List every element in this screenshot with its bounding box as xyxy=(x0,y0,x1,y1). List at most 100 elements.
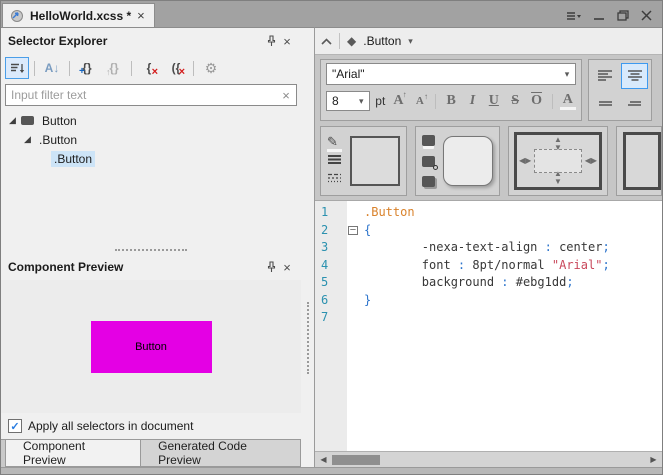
overline-button[interactable]: O xyxy=(528,93,544,109)
clear-filter-icon[interactable]: × xyxy=(276,88,296,103)
valign-top-button[interactable] xyxy=(592,91,619,117)
pin-icon[interactable] xyxy=(263,259,279,275)
sort-alphabetical-button[interactable]: A↓ xyxy=(40,57,64,79)
margin-top-arrows[interactable]: ▲▼ xyxy=(554,136,562,152)
settings-gear-icon[interactable]: ⚙ xyxy=(199,57,223,79)
selector-diamond-icon: ◆ xyxy=(347,34,356,48)
window-menu-icon[interactable] xyxy=(566,11,582,21)
pin-icon[interactable] xyxy=(263,33,279,49)
code-folding-column: – xyxy=(347,201,362,451)
underline-button[interactable]: U xyxy=(486,93,502,109)
margin-editor[interactable]: ▲▼ ▲▼ ◀▶ ◀▶ xyxy=(514,132,602,190)
close-window-icon[interactable] xyxy=(641,10,652,21)
vertical-splitter[interactable] xyxy=(301,27,314,467)
code-line[interactable] xyxy=(364,309,662,327)
splitter-grip xyxy=(307,302,309,374)
add-selector-button[interactable]: {} + xyxy=(75,57,99,79)
valign-center-button[interactable] xyxy=(621,91,648,117)
code-line[interactable]: background : #ebg1dd; xyxy=(364,274,662,292)
tree-item-label: .Button xyxy=(51,151,95,167)
filter-input[interactable] xyxy=(6,88,276,102)
scroll-left-icon[interactable]: ◀ xyxy=(315,455,332,464)
horizontal-splitter[interactable] xyxy=(1,246,301,254)
close-panel-icon[interactable]: × xyxy=(279,259,295,275)
unit-label: pt xyxy=(375,94,385,108)
font-color-button[interactable]: A xyxy=(560,93,576,110)
selector-dropdown-icon[interactable]: ▾ xyxy=(408,36,413,47)
line-number: 6 xyxy=(321,292,347,310)
align-left-button[interactable] xyxy=(592,63,619,89)
selector-tree: ◢Button◢.Button.Button xyxy=(1,108,301,246)
left-dock: Selector Explorer × xyxy=(1,27,301,467)
ribbon-header: ◆ .Button ▾ xyxy=(315,28,662,55)
filter-box: × xyxy=(5,84,297,106)
code-line[interactable]: font : 8pt/normal "Arial"; xyxy=(364,257,662,275)
scroll-right-icon[interactable]: ▶ xyxy=(645,455,662,464)
tab-component-preview[interactable]: Component Preview xyxy=(5,440,141,467)
document-tab-strip: HelloWorld.xcss * × xyxy=(1,1,662,27)
margin-left-arrows[interactable]: ◀▶ xyxy=(519,157,531,165)
preview-button-label: Button xyxy=(135,341,167,353)
shadow-icon[interactable] xyxy=(422,176,435,187)
remove-all-selectors-button[interactable]: ({ × xyxy=(164,57,188,79)
horizontal-scrollbar[interactable]: ◀ ▶ xyxy=(315,451,662,467)
increase-font-button[interactable]: A↑ xyxy=(390,93,406,109)
scrollbar-thumb[interactable] xyxy=(332,455,380,465)
fold-marker-icon[interactable]: – xyxy=(348,226,358,235)
close-panel-icon[interactable]: × xyxy=(279,33,295,49)
component-preview-header: Component Preview × xyxy=(1,254,301,280)
code-line[interactable]: } xyxy=(364,292,662,310)
clipped-editor xyxy=(623,132,661,190)
align-center-button[interactable] xyxy=(621,63,648,89)
xcss-code-editor[interactable]: 1234567 – .Button{ -nexa-text-align : ce… xyxy=(315,200,662,451)
code-line[interactable]: .Button xyxy=(364,204,662,222)
border-color-icon[interactable]: ✎ xyxy=(327,135,342,152)
remove-selector-button[interactable]: { × xyxy=(137,57,161,79)
apply-selectors-checkbox[interactable]: ✓ xyxy=(8,419,22,433)
check-icon: ✓ xyxy=(10,420,19,433)
window-bottom-edge xyxy=(1,467,662,474)
code-line[interactable]: { xyxy=(364,222,662,240)
chevron-down-icon: ▾ xyxy=(353,96,369,107)
font-size-combobox[interactable]: 8 ▾ xyxy=(326,91,370,111)
component-icon xyxy=(21,116,34,125)
current-selector-label: .Button xyxy=(363,34,401,48)
border-tool-icons: ✎ xyxy=(327,133,342,189)
restore-icon[interactable] xyxy=(617,10,629,21)
italic-button[interactable]: I xyxy=(464,93,480,109)
move-selector-up-button[interactable]: {} ↑ xyxy=(102,57,126,79)
border-preview[interactable] xyxy=(350,136,400,186)
preview-button[interactable]: Button xyxy=(91,321,212,373)
background-preview[interactable] xyxy=(443,136,493,186)
apply-selectors-row: ✓ Apply all selectors in document xyxy=(1,413,301,439)
toolbar-separator xyxy=(193,61,194,76)
font-family-combobox[interactable]: "Arial" ▾ xyxy=(326,63,576,85)
document-tab[interactable]: HelloWorld.xcss * × xyxy=(2,3,155,27)
background-image-icon[interactable] xyxy=(422,156,435,167)
collapse-ribbon-icon[interactable] xyxy=(321,32,332,50)
expander-icon[interactable]: ◢ xyxy=(7,115,18,126)
margin-bottom-arrows[interactable]: ▲▼ xyxy=(554,170,562,186)
code-text-area[interactable]: .Button{ -nexa-text-align : center; font… xyxy=(362,201,662,451)
selector-explorer-toolbar: A↓ {} + {} ↑ { × ({ × xyxy=(1,54,301,82)
bold-button[interactable]: B xyxy=(443,93,459,109)
tree-item-Button-1[interactable]: ◢.Button xyxy=(1,130,301,149)
sort-document-order-button[interactable] xyxy=(5,57,29,79)
border-style-icon[interactable] xyxy=(327,170,342,188)
tab-generated-code-preview[interactable]: Generated Code Preview xyxy=(141,440,301,467)
expander-icon[interactable]: ◢ xyxy=(22,134,33,145)
strikethrough-button[interactable]: S xyxy=(507,93,523,109)
style-editor-pane: ◆ .Button ▾ "Arial" ▾ 8 ▾ xyxy=(314,27,662,467)
tree-item-label: .Button xyxy=(36,132,80,148)
background-color-icon[interactable] xyxy=(422,135,435,146)
minimize-icon[interactable] xyxy=(594,11,605,21)
tree-item-Button-2[interactable]: .Button xyxy=(1,149,301,168)
decrease-font-button[interactable]: A↑ xyxy=(412,95,428,107)
tree-item-Button-0[interactable]: ◢Button xyxy=(1,111,301,130)
margin-right-arrows[interactable]: ◀▶ xyxy=(585,157,597,165)
border-width-icon[interactable] xyxy=(327,152,342,170)
code-line[interactable]: -nexa-text-align : center; xyxy=(364,239,662,257)
toolbar-separator xyxy=(69,61,70,76)
font-group: "Arial" ▾ 8 ▾ pt A↑ A↑ B xyxy=(320,59,582,121)
tab-close-icon[interactable]: × xyxy=(137,9,145,22)
